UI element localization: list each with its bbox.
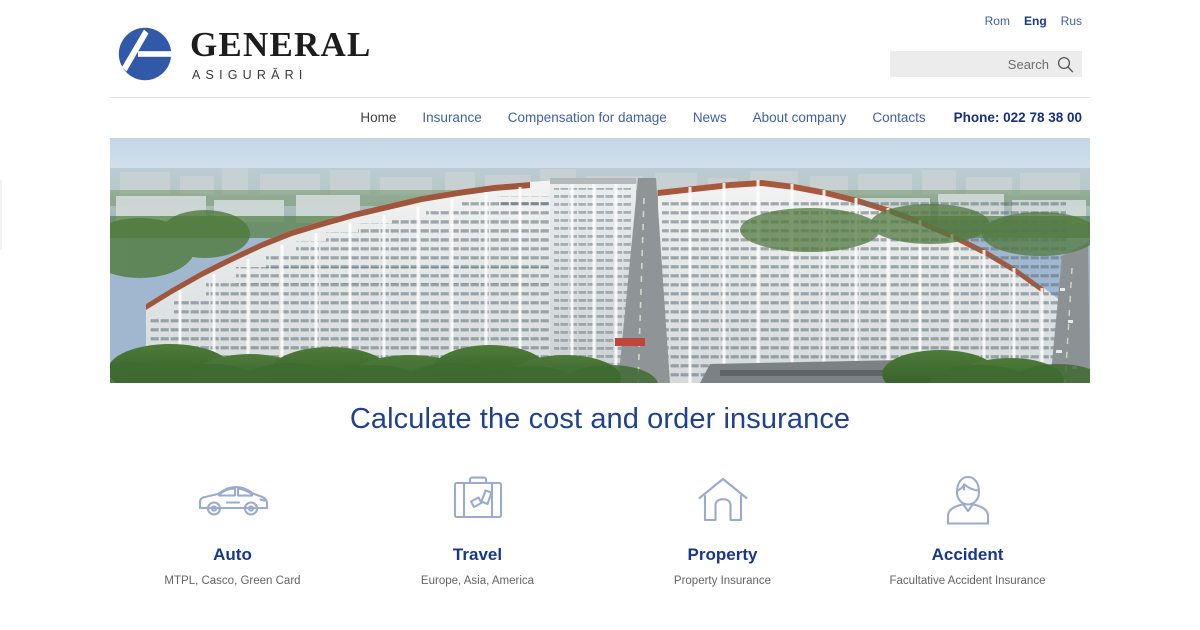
logo-tagline: ASIGURĂRI [192, 67, 308, 82]
lang-rom[interactable]: Rom [985, 14, 1010, 28]
search-icon[interactable] [1057, 56, 1074, 73]
service-name-property: Property [687, 545, 758, 564]
car-icon [110, 472, 355, 528]
service-name-travel: Travel [452, 545, 503, 564]
page-title: Calculate the cost and order insurance [349, 403, 851, 435]
header-divider [110, 97, 1090, 98]
services-row: Auto MTPL, Casco, Green Card Travel Euro… [110, 472, 1090, 587]
service-desc-travel: Europe, Asia, America [420, 575, 535, 587]
suitcase-icon [355, 472, 600, 528]
hero-image [110, 138, 1090, 383]
service-desc-accident: Facultative Accident Insurance [889, 575, 1046, 587]
service-card-auto[interactable]: Auto MTPL, Casco, Green Card [110, 472, 355, 587]
language-switcher: Rom Eng Rus [985, 14, 1082, 28]
page-root: GENERAL ASIGURĂRI Rom Eng Rus Home Insur… [0, 0, 1200, 630]
site-header: GENERAL ASIGURĂRI Rom Eng Rus [0, 0, 1200, 98]
service-desc-property: Property Insurance [673, 575, 772, 587]
service-card-travel[interactable]: Travel Europe, Asia, America [355, 472, 600, 587]
service-name-accident: Accident [931, 545, 1004, 564]
header-phone[interactable]: Phone: 022 78 38 00 [954, 110, 1082, 125]
nav-item-compensation-for-damage[interactable]: Compensation for damage [508, 110, 667, 125]
lang-rus[interactable]: Rus [1061, 14, 1082, 28]
person-icon [845, 472, 1090, 528]
logo-text: GENERAL ASIGURĂRI [190, 25, 372, 82]
service-desc-auto: MTPL, Casco, Green Card [164, 575, 301, 587]
circle-slash-logo-icon [118, 27, 174, 81]
search-input[interactable] [909, 56, 1049, 72]
house-icon [600, 472, 845, 528]
nav-item-contacts[interactable]: Contacts [872, 110, 925, 125]
logo-title: GENERAL [190, 25, 372, 64]
left-edge-artifact [0, 180, 2, 250]
nav-item-insurance[interactable]: Insurance [422, 110, 481, 125]
service-card-accident[interactable]: Accident Facultative Accident Insurance [845, 472, 1090, 587]
main-navigation: Home Insurance Compensation for damage N… [360, 110, 1082, 125]
logo[interactable]: GENERAL ASIGURĂRI [118, 25, 372, 82]
search-box[interactable] [890, 51, 1082, 77]
nav-item-home[interactable]: Home [360, 110, 396, 125]
lang-eng[interactable]: Eng [1024, 14, 1047, 28]
nav-item-news[interactable]: News [693, 110, 727, 125]
service-name-auto: Auto [213, 545, 252, 564]
nav-item-about-company[interactable]: About company [753, 110, 847, 125]
service-card-property[interactable]: Property Property Insurance [600, 472, 845, 587]
